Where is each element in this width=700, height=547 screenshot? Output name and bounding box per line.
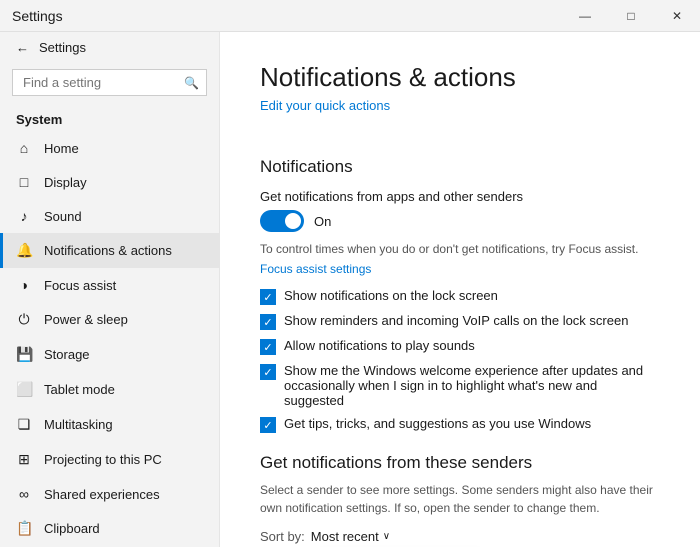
sidebar-item-tablet[interactable]: ⬜ Tablet mode <box>0 372 219 407</box>
home-icon: ⌂ <box>16 140 32 156</box>
checkbox-label-4: Get tips, tricks, and suggestions as you… <box>284 416 591 431</box>
toggle-knob <box>285 213 301 229</box>
back-arrow-icon: ← <box>16 40 29 55</box>
shared-icon: ∞ <box>16 486 32 502</box>
checkbox-label-0: Show notifications on the lock screen <box>284 288 498 303</box>
maximize-button[interactable]: □ <box>608 0 654 32</box>
sound-icon: ♪ <box>16 208 32 224</box>
senders-section-title: Get notifications from these senders <box>260 453 660 473</box>
notifications-toggle-container: On <box>260 210 660 232</box>
checkbox-2[interactable]: ✓ <box>260 339 276 355</box>
sidebar-item-sound-label: Sound <box>44 209 82 224</box>
title-bar: Settings — □ ✕ <box>0 0 700 32</box>
sidebar: ← Settings 🔍 System ⌂ Home □ Display ♪ S… <box>0 32 220 547</box>
checkbox-label-2: Allow notifications to play sounds <box>284 338 475 353</box>
minimize-button[interactable]: — <box>562 0 608 32</box>
content-area: Notifications & actions Edit your quick … <box>220 32 700 547</box>
notifications-toggle-row: Get notifications from apps and other se… <box>260 189 660 232</box>
sidebar-item-focus[interactable]: ◑ Focus assist <box>0 268 219 302</box>
title-bar-controls: — □ ✕ <box>562 0 700 32</box>
checkbox-1[interactable]: ✓ <box>260 314 276 330</box>
focus-hint-text: To control times when you do or don't ge… <box>260 242 660 256</box>
notifications-toggle-state: On <box>314 214 331 229</box>
checkbox-3[interactable]: ✓ <box>260 364 276 380</box>
power-icon: ⏻ <box>16 311 32 328</box>
checkbox-label-1: Show reminders and incoming VoIP calls o… <box>284 313 628 328</box>
sidebar-item-sound[interactable]: ♪ Sound <box>0 199 219 233</box>
edit-quick-actions-link[interactable]: Edit your quick actions <box>260 98 390 113</box>
sort-chevron-icon: ∨ <box>383 531 390 542</box>
sidebar-item-notifications-label: Notifications & actions <box>44 243 172 258</box>
close-button[interactable]: ✕ <box>654 0 700 32</box>
sidebar-item-shared-label: Shared experiences <box>44 487 160 502</box>
sidebar-item-notifications[interactable]: 🔔 Notifications & actions <box>0 233 219 268</box>
notifications-icon: 🔔 <box>16 242 32 259</box>
title-bar-title: Settings <box>12 8 63 24</box>
sidebar-item-tablet-label: Tablet mode <box>44 382 115 397</box>
page-title: Notifications & actions <box>260 62 660 93</box>
focus-icon: ◑ <box>16 277 32 293</box>
clipboard-icon: 📋 <box>16 520 32 537</box>
sidebar-section-label: System <box>0 102 219 131</box>
sidebar-item-projecting[interactable]: ⊞ Projecting to this PC <box>0 442 219 477</box>
sidebar-item-projecting-label: Projecting to this PC <box>44 452 162 467</box>
sidebar-item-home-label: Home <box>44 141 79 156</box>
sidebar-item-multitasking[interactable]: ❏ Multitasking <box>0 407 219 442</box>
sidebar-item-home[interactable]: ⌂ Home <box>0 131 219 165</box>
sort-label: Sort by: <box>260 529 305 544</box>
focus-assist-link[interactable]: Focus assist settings <box>260 262 371 276</box>
tablet-icon: ⬜ <box>16 381 32 398</box>
sidebar-item-power[interactable]: ⏻ Power & sleep <box>0 302 219 337</box>
search-icon: 🔍 <box>184 76 199 90</box>
sort-bar: Sort by: Most recent ∨ ✓ Most recent Nam… <box>260 529 660 544</box>
sidebar-item-shared[interactable]: ∞ Shared experiences <box>0 477 219 511</box>
sidebar-search-container: 🔍 <box>12 69 207 96</box>
sidebar-home-label: Settings <box>39 40 86 55</box>
sidebar-item-clipboard[interactable]: 📋 Clipboard <box>0 511 219 546</box>
checkbox-label-3: Show me the Windows welcome experience a… <box>284 363 660 408</box>
sidebar-item-clipboard-label: Clipboard <box>44 521 100 536</box>
checkbox-row-1: ✓ Show reminders and incoming VoIP calls… <box>260 313 660 330</box>
sidebar-back-button[interactable]: ← Settings <box>0 32 219 63</box>
projecting-icon: ⊞ <box>16 451 32 468</box>
title-bar-left: Settings <box>12 8 63 24</box>
sidebar-item-multitasking-label: Multitasking <box>44 417 113 432</box>
sidebar-item-display[interactable]: □ Display <box>0 165 219 199</box>
display-icon: □ <box>16 174 32 190</box>
notifications-toggle[interactable] <box>260 210 304 232</box>
sidebar-item-storage[interactable]: 💾 Storage <box>0 337 219 372</box>
senders-description: Select a sender to see more settings. So… <box>260 481 660 517</box>
notifications-toggle-label: Get notifications from apps and other se… <box>260 189 660 204</box>
checkbox-row-0: ✓ Show notifications on the lock screen <box>260 288 660 305</box>
checkboxes-container: ✓ Show notifications on the lock screen … <box>260 288 660 433</box>
sort-dropdown-button[interactable]: Most recent ∨ <box>311 529 390 544</box>
checkbox-row-3: ✓ Show me the Windows welcome experience… <box>260 363 660 408</box>
sidebar-item-power-label: Power & sleep <box>44 312 128 327</box>
storage-icon: 💾 <box>16 346 32 363</box>
search-input[interactable] <box>12 69 207 96</box>
checkbox-row-4: ✓ Get tips, tricks, and suggestions as y… <box>260 416 660 433</box>
sidebar-item-display-label: Display <box>44 175 87 190</box>
sidebar-nav: ⌂ Home □ Display ♪ Sound 🔔 Notifications… <box>0 131 219 547</box>
multitasking-icon: ❏ <box>16 416 32 433</box>
checkbox-0[interactable]: ✓ <box>260 289 276 305</box>
sort-current-value: Most recent <box>311 529 379 544</box>
checkbox-row-2: ✓ Allow notifications to play sounds <box>260 338 660 355</box>
app-body: ← Settings 🔍 System ⌂ Home □ Display ♪ S… <box>0 32 700 547</box>
sidebar-item-storage-label: Storage <box>44 347 90 362</box>
sidebar-item-focus-label: Focus assist <box>44 278 116 293</box>
notifications-section-title: Notifications <box>260 157 660 177</box>
checkbox-4[interactable]: ✓ <box>260 417 276 433</box>
